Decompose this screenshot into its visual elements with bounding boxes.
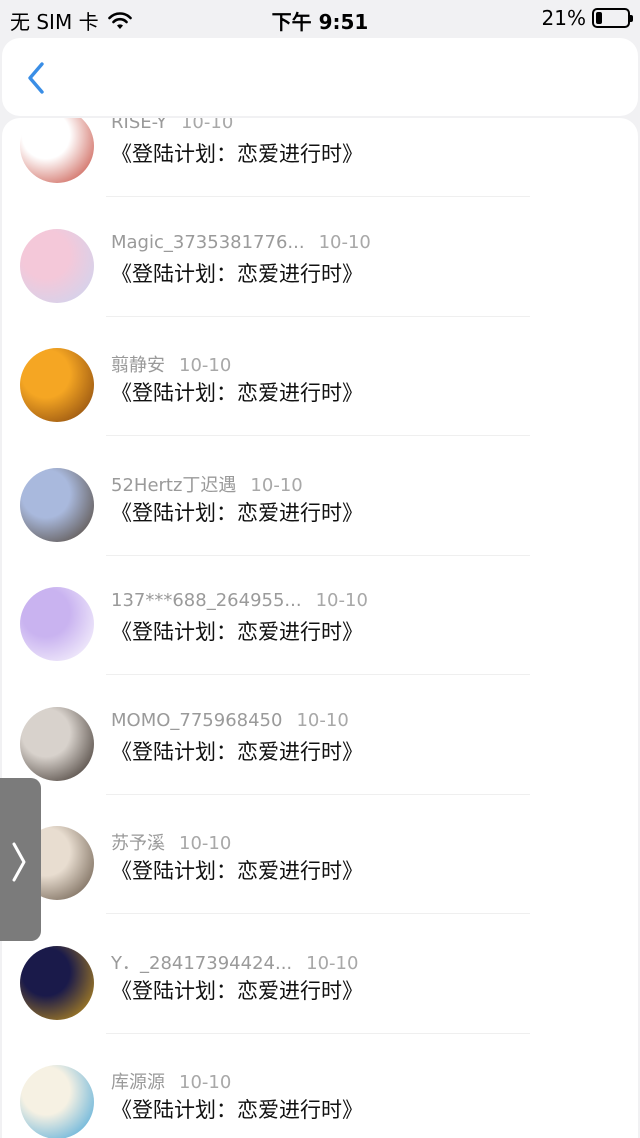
divider <box>106 913 530 914</box>
comment-text: 《登陆计划：恋爱进行时》 <box>111 620 363 644</box>
author-name[interactable]: RISE-Y <box>111 118 167 133</box>
list-item[interactable]: MOMO_775968450 10-10 《登陆计划：恋爱进行时》 <box>2 700 638 819</box>
list-item[interactable]: Magic_3735381776... 10-10 《登陆计划：恋爱进行时》 <box>2 222 638 341</box>
author-line: Y．_28417394424... 10-10 <box>111 949 358 975</box>
list-item[interactable]: 库源源 10-10 《登陆计划：恋爱进行时》 <box>2 1058 638 1138</box>
comment-text: 《登陆计划：恋爱进行时》 <box>111 142 363 166</box>
chevron-left-icon[interactable] <box>22 60 52 96</box>
battery-percent: 21% <box>541 6 586 30</box>
post-date: 10-10 <box>296 709 349 731</box>
avatar[interactable] <box>20 706 94 781</box>
post-date: 10-10 <box>250 474 303 496</box>
avatar[interactable] <box>20 228 94 303</box>
avatar[interactable] <box>20 118 94 183</box>
author-line: 翦静安 10-10 <box>111 351 231 377</box>
divider <box>106 435 530 436</box>
list-item[interactable]: 137***688_264955... 10-10 《登陆计划：恋爱进行时》 <box>2 580 638 699</box>
author-name[interactable]: 137***688_264955... <box>111 590 302 611</box>
post-date: 10-10 <box>180 118 234 133</box>
divider <box>106 554 530 556</box>
divider <box>106 1032 530 1034</box>
comment-text: 《登陆计划：恋爱进行时》 <box>111 739 363 764</box>
avatar[interactable] <box>20 1065 94 1138</box>
post-date: 10-10 <box>315 590 368 611</box>
divider <box>106 315 530 317</box>
avatar[interactable] <box>20 348 94 422</box>
author-line: 137***688_264955... 10-10 <box>111 590 368 611</box>
list-item[interactable]: 翦静安 10-10 《登陆计划：恋爱进行时》 <box>2 341 638 460</box>
avatar[interactable] <box>20 467 94 542</box>
post-date: 10-10 <box>318 231 371 253</box>
chevron-right-icon <box>12 842 26 882</box>
nav-bar <box>2 38 638 116</box>
post-date: 10-10 <box>306 952 359 974</box>
author-name[interactable]: 苏予溪 <box>111 833 165 854</box>
author-line: MOMO_775968450 10-10 <box>111 710 349 731</box>
post-date: 10-10 <box>179 355 232 376</box>
comment-list: RISE-Y 10-10 《登陆计划：恋爱进行时》 Magic_3735381776.… <box>2 118 638 1138</box>
author-line: RISE-Y 10-10 <box>111 118 233 133</box>
author-line: 苏予溪 10-10 <box>111 829 231 855</box>
battery-group: 21% <box>541 6 633 30</box>
list-item[interactable]: 苏予溪 10-10 《登陆计划：恋爱进行时》 <box>2 819 638 938</box>
post-date: 10-10 <box>179 833 232 854</box>
comment-text: 《登陆计划：恋爱进行时》 <box>111 859 363 883</box>
list-item[interactable]: 52Hertz丁迟遇 10-10 《登陆计划：恋爱进行时》 <box>2 461 638 580</box>
author-name[interactable]: 翦静安 <box>111 355 165 376</box>
author-name[interactable]: 52Hertz丁迟遇 <box>111 475 236 496</box>
comment-text: 《登陆计划：恋爱进行时》 <box>111 381 363 405</box>
list-item[interactable]: Y．_28417394424... 10-10 《登陆计划：恋爱进行时》 <box>2 939 638 1058</box>
author-name[interactable]: 库源源 <box>111 1072 165 1093</box>
avatar[interactable] <box>20 945 94 1020</box>
author-name[interactable]: Magic_3735381776... <box>111 232 305 253</box>
battery-icon <box>592 8 633 28</box>
divider <box>106 674 530 675</box>
list-item[interactable]: RISE-Y 10-10 《登陆计划：恋爱进行时》 <box>2 118 638 221</box>
comment-text: 《登陆计划：恋爱进行时》 <box>111 500 363 525</box>
divider <box>106 793 530 795</box>
author-line: Magic_3735381776... 10-10 <box>111 232 371 253</box>
comment-text: 《登陆计划：恋爱进行时》 <box>111 1098 363 1122</box>
author-line: 52Hertz丁迟遇 10-10 <box>111 471 303 497</box>
avatar[interactable] <box>20 587 94 661</box>
divider <box>106 196 530 197</box>
author-name[interactable]: Y．_28417394424... <box>111 953 292 974</box>
author-name[interactable]: MOMO_775968450 <box>111 710 282 731</box>
author-line: 库源源 10-10 <box>111 1068 231 1094</box>
comment-text: 《登陆计划：恋爱进行时》 <box>111 978 363 1003</box>
side-drawer-handle[interactable] <box>0 778 41 941</box>
status-bar: 无 SIM 卡 下午 9:51 21% <box>0 0 640 36</box>
post-date: 10-10 <box>179 1072 232 1093</box>
comment-text: 《登陆计划：恋爱进行时》 <box>111 261 363 286</box>
battery-level <box>596 12 602 24</box>
